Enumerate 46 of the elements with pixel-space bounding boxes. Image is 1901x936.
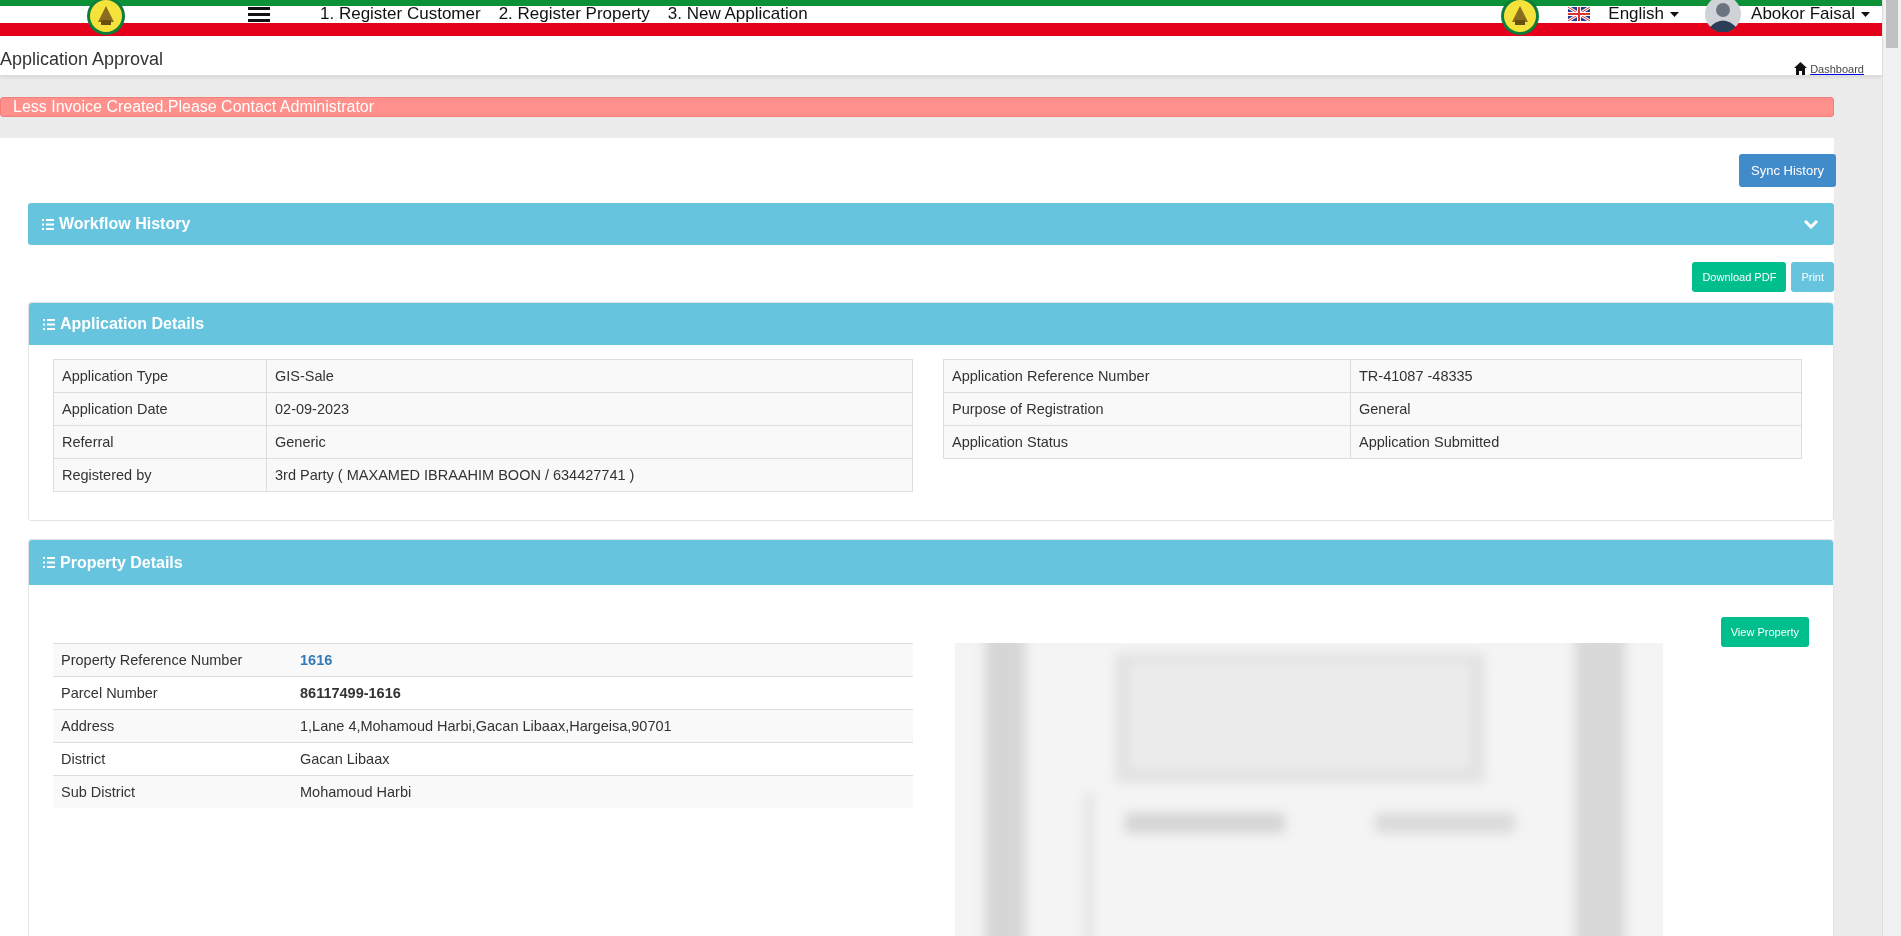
table-cell: Generic — [266, 425, 913, 459]
language-dropdown[interactable]: English — [1608, 0, 1680, 28]
table-cell: Application Date — [53, 392, 267, 426]
scrollbar[interactable] — [1882, 0, 1901, 936]
emblem-logo — [84, 0, 128, 36]
breadcrumb-link[interactable]: Dashboard — [1794, 50, 1864, 75]
table-cell: Mohamoud Harbi — [292, 775, 913, 808]
table-cell: Registered by — [53, 458, 267, 492]
nav-link[interactable]: 1. Register Customer — [320, 0, 481, 28]
panel-title: Application Details — [60, 315, 206, 333]
table-cell: Application Status — [943, 425, 1351, 459]
table-cell: 02-09-2023 — [266, 392, 913, 426]
home-icon — [1794, 62, 1808, 75]
list-icon — [42, 218, 54, 230]
caret-icon — [1861, 11, 1870, 17]
table-cell: Application Reference Number — [943, 359, 1351, 393]
nav-link[interactable]: 2. Register Property — [498, 0, 650, 28]
table-cell: Property Reference Number — [53, 643, 292, 677]
table-cell: Sub District — [53, 775, 292, 808]
page-title: Application Approval — [0, 49, 164, 70]
avatar-icon — [1705, 0, 1742, 32]
table-cell: Purpose of Registration — [943, 392, 1351, 426]
table-cell: 1,Lane 4,Mohamoud Harbi,Gacan Libaax,Hargeisa,90701 — [292, 709, 913, 743]
list-icon — [43, 557, 55, 568]
sync-history-button[interactable]: Sync History — [1739, 154, 1836, 187]
menu-icon[interactable] — [248, 6, 270, 22]
caret-icon — [1670, 11, 1680, 17]
breadcrumb-text: Dashboard — [1810, 63, 1864, 75]
table-cell: GIS-Sale — [266, 359, 913, 393]
table-cell: Application Type — [53, 359, 267, 393]
scrollbar-thumb[interactable] — [1886, 0, 1898, 48]
chevron-down-icon[interactable] — [1804, 219, 1818, 229]
flag-icon — [1568, 7, 1591, 21]
nav-link[interactable]: 3. New Application — [667, 0, 808, 28]
table-cell: General — [1350, 392, 1802, 426]
table-cell: Referral — [53, 425, 267, 459]
property-link[interactable]: 1616 — [300, 652, 333, 668]
table-cell: Address — [53, 709, 292, 743]
panel-title: Workflow History — [59, 215, 192, 233]
list-icon — [43, 318, 55, 330]
panel-title: Property Details — [60, 553, 184, 572]
table-cell: Application Submitted — [1350, 425, 1802, 459]
user-dropdown[interactable]: Abokor Faisal — [1751, 0, 1870, 28]
error-alert: Less Invoice Created.Please Contact Administrator — [0, 97, 1834, 117]
table-cell: 3rd Party ( MAXAMED IBRAAHIM BOON / 634427741 ) — [266, 458, 913, 492]
table-cell: TR-41087 -48335 — [1350, 359, 1802, 393]
